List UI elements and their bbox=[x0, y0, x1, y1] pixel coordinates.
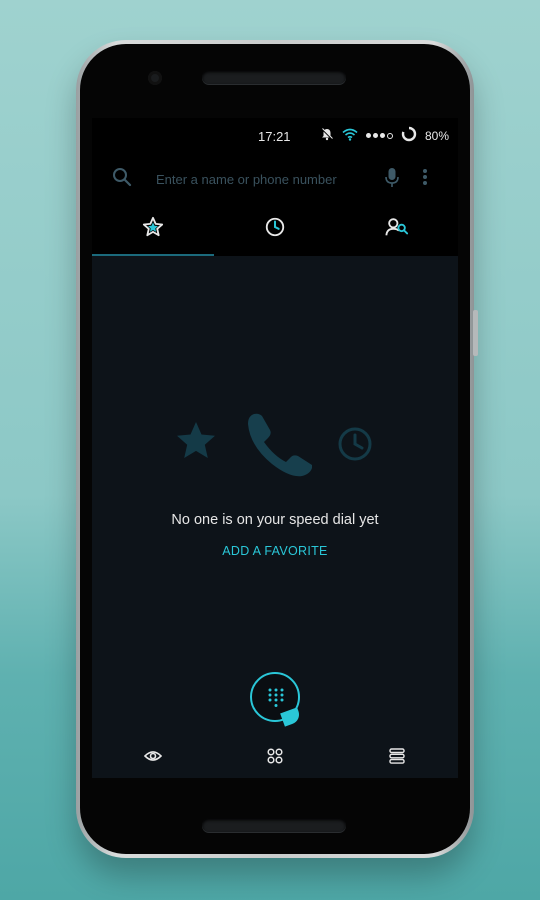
phone-side-button bbox=[473, 310, 478, 356]
empty-state-message: No one is on your speed dial yet bbox=[171, 512, 379, 528]
battery-percent: 80% bbox=[425, 128, 450, 143]
contacts-search-icon bbox=[385, 216, 409, 243]
status-time: 17:21 bbox=[258, 129, 291, 144]
dialpad-fab[interactable] bbox=[250, 672, 302, 727]
dialer-screen: 17:21 80% Enter a name or phone number N… bbox=[92, 118, 458, 778]
navigation-bar bbox=[92, 738, 458, 778]
search-input[interactable] bbox=[154, 166, 368, 192]
search-bar bbox=[92, 154, 458, 202]
clock-icon bbox=[338, 427, 372, 461]
mic-icon[interactable] bbox=[384, 166, 400, 195]
star-icon bbox=[142, 216, 164, 243]
nav-home-button[interactable] bbox=[214, 738, 336, 778]
home-icon bbox=[267, 747, 283, 769]
wifi-icon bbox=[342, 128, 358, 144]
earpiece-speaker bbox=[202, 70, 346, 84]
tab-bar bbox=[92, 202, 458, 256]
tab-contacts[interactable] bbox=[336, 202, 458, 256]
status-bar: 17:21 80% bbox=[92, 118, 458, 154]
clock-icon bbox=[264, 216, 286, 243]
recents-icon bbox=[389, 747, 405, 769]
tab-recents[interactable] bbox=[214, 202, 336, 256]
phone-icon bbox=[248, 413, 312, 477]
signal-icon bbox=[366, 132, 393, 139]
add-favorite-button[interactable]: ADD A FAVORITE bbox=[92, 544, 458, 558]
battery-icon bbox=[401, 126, 417, 145]
bottom-speaker bbox=[202, 818, 346, 832]
more-vert-icon[interactable] bbox=[422, 168, 428, 191]
dialpad-icon bbox=[267, 687, 285, 714]
search-icon[interactable] bbox=[112, 167, 132, 192]
empty-state-illustration bbox=[92, 398, 458, 488]
star-icon bbox=[177, 422, 215, 458]
front-camera bbox=[148, 71, 162, 85]
nav-recents-button[interactable] bbox=[336, 738, 458, 778]
tab-speed-dial[interactable] bbox=[92, 202, 214, 256]
alarm-icon bbox=[320, 127, 334, 144]
nav-back-button[interactable] bbox=[92, 738, 214, 778]
back-icon bbox=[143, 749, 163, 768]
